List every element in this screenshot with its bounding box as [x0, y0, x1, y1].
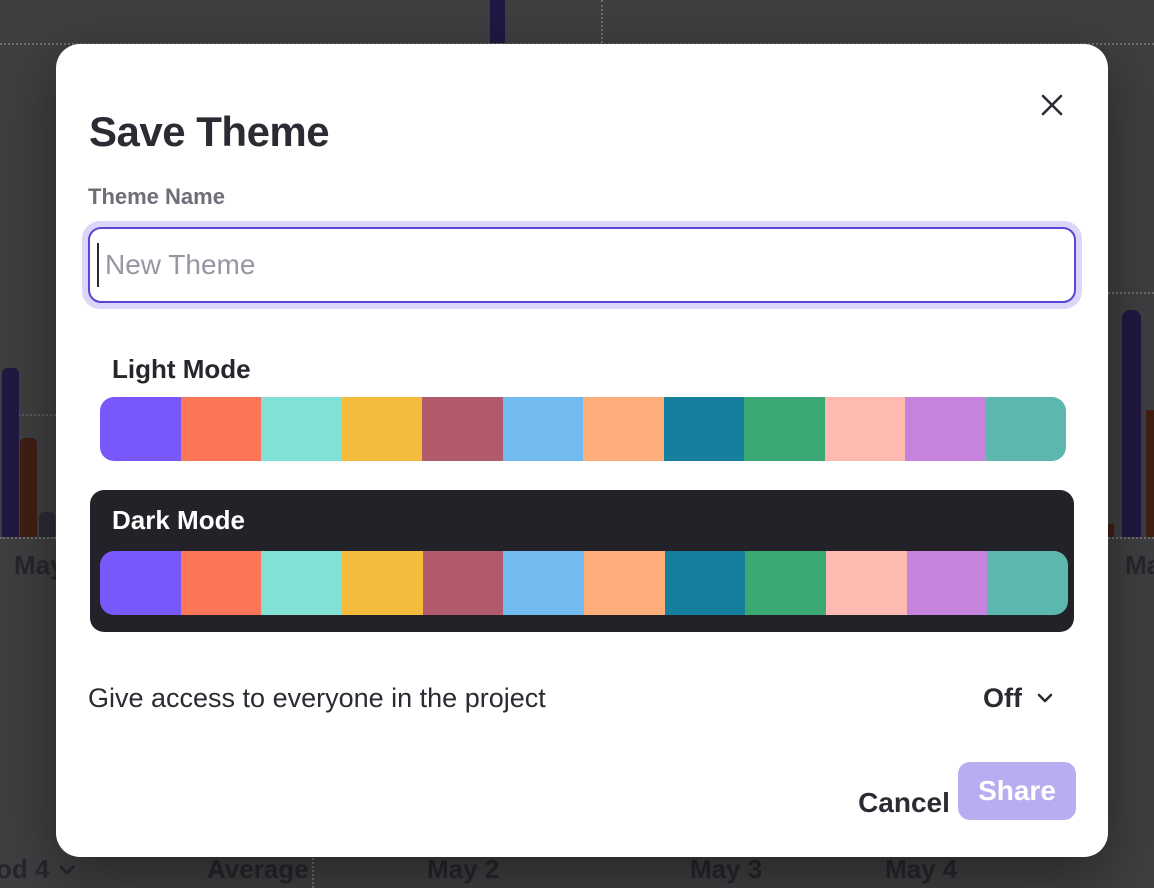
- period-selector-label[interactable]: od 4: [0, 854, 49, 885]
- color-swatch: [583, 397, 664, 461]
- color-swatch: [422, 397, 503, 461]
- theme-name-label: Theme Name: [88, 184, 225, 210]
- chart-bar-maroon-left: [20, 438, 37, 537]
- chevron-down-icon: [1034, 687, 1056, 709]
- save-theme-dialog: Save Theme Theme Name Light Mode Dark Mo…: [56, 44, 1108, 857]
- app-screen: { "backdrop": { "overlay_color": "#3f3f4…: [0, 0, 1154, 888]
- chart-bar-navy-left: [2, 368, 19, 537]
- share-button[interactable]: Share: [958, 762, 1076, 820]
- chart-top-vertical-gridline: [601, 0, 603, 43]
- color-swatch: [987, 551, 1068, 615]
- color-swatch: [181, 551, 262, 615]
- chart-bar-maroon-right: [1146, 410, 1154, 537]
- color-swatch: [745, 551, 826, 615]
- chart-right-axis-line: [1108, 537, 1154, 539]
- dark-mode-palette[interactable]: [100, 551, 1068, 615]
- column-label-may4: May 4: [885, 854, 957, 885]
- color-swatch: [503, 551, 584, 615]
- light-mode-label: Light Mode: [112, 354, 251, 385]
- access-dropdown[interactable]: Off: [983, 683, 1056, 714]
- color-swatch: [261, 551, 342, 615]
- color-swatch: [503, 397, 584, 461]
- color-swatch: [825, 397, 906, 461]
- cancel-button[interactable]: Cancel: [829, 774, 979, 832]
- chart-right-gridline: [1108, 292, 1154, 294]
- color-swatch: [826, 551, 907, 615]
- column-label-average: Average: [207, 854, 309, 885]
- access-label: Give access to everyone in the project: [88, 683, 546, 714]
- dark-mode-panel: Dark Mode: [90, 490, 1074, 632]
- color-swatch: [342, 551, 423, 615]
- theme-name-focus-ring: [82, 221, 1082, 309]
- color-swatch: [905, 397, 986, 461]
- chart-bottom-vertical-gridline: [312, 853, 314, 888]
- dark-mode-label: Dark Mode: [112, 505, 245, 536]
- column-label-may3: May 3: [690, 854, 762, 885]
- column-label-may2: May 2: [427, 854, 499, 885]
- color-swatch: [986, 397, 1067, 461]
- chart-bar-gray-left: [39, 512, 55, 537]
- color-swatch: [181, 397, 262, 461]
- color-swatch: [744, 397, 825, 461]
- chart-left-axis-line: [0, 537, 56, 539]
- chevron-down-icon[interactable]: [57, 860, 77, 880]
- color-swatch: [664, 397, 745, 461]
- dialog-title: Save Theme: [89, 108, 329, 156]
- close-icon[interactable]: [1032, 85, 1072, 125]
- chart-bar-top: [490, 0, 505, 43]
- color-swatch: [100, 397, 181, 461]
- light-mode-palette[interactable]: [100, 397, 1066, 461]
- access-dropdown-value: Off: [983, 683, 1022, 714]
- color-swatch: [100, 551, 181, 615]
- color-swatch: [665, 551, 746, 615]
- color-swatch: [423, 551, 504, 615]
- chart-left-gridline: [18, 414, 56, 416]
- chart-bar-maroon-fragment: [1108, 524, 1114, 537]
- theme-name-input[interactable]: [88, 227, 1076, 303]
- color-swatch: [261, 397, 342, 461]
- color-swatch: [342, 397, 423, 461]
- access-row: Give access to everyone in the project O…: [88, 678, 1056, 718]
- color-swatch: [907, 551, 988, 615]
- color-swatch: [584, 551, 665, 615]
- chart-bar-navy-right: [1122, 310, 1141, 537]
- axis-label-may-right: Ma: [1125, 550, 1154, 581]
